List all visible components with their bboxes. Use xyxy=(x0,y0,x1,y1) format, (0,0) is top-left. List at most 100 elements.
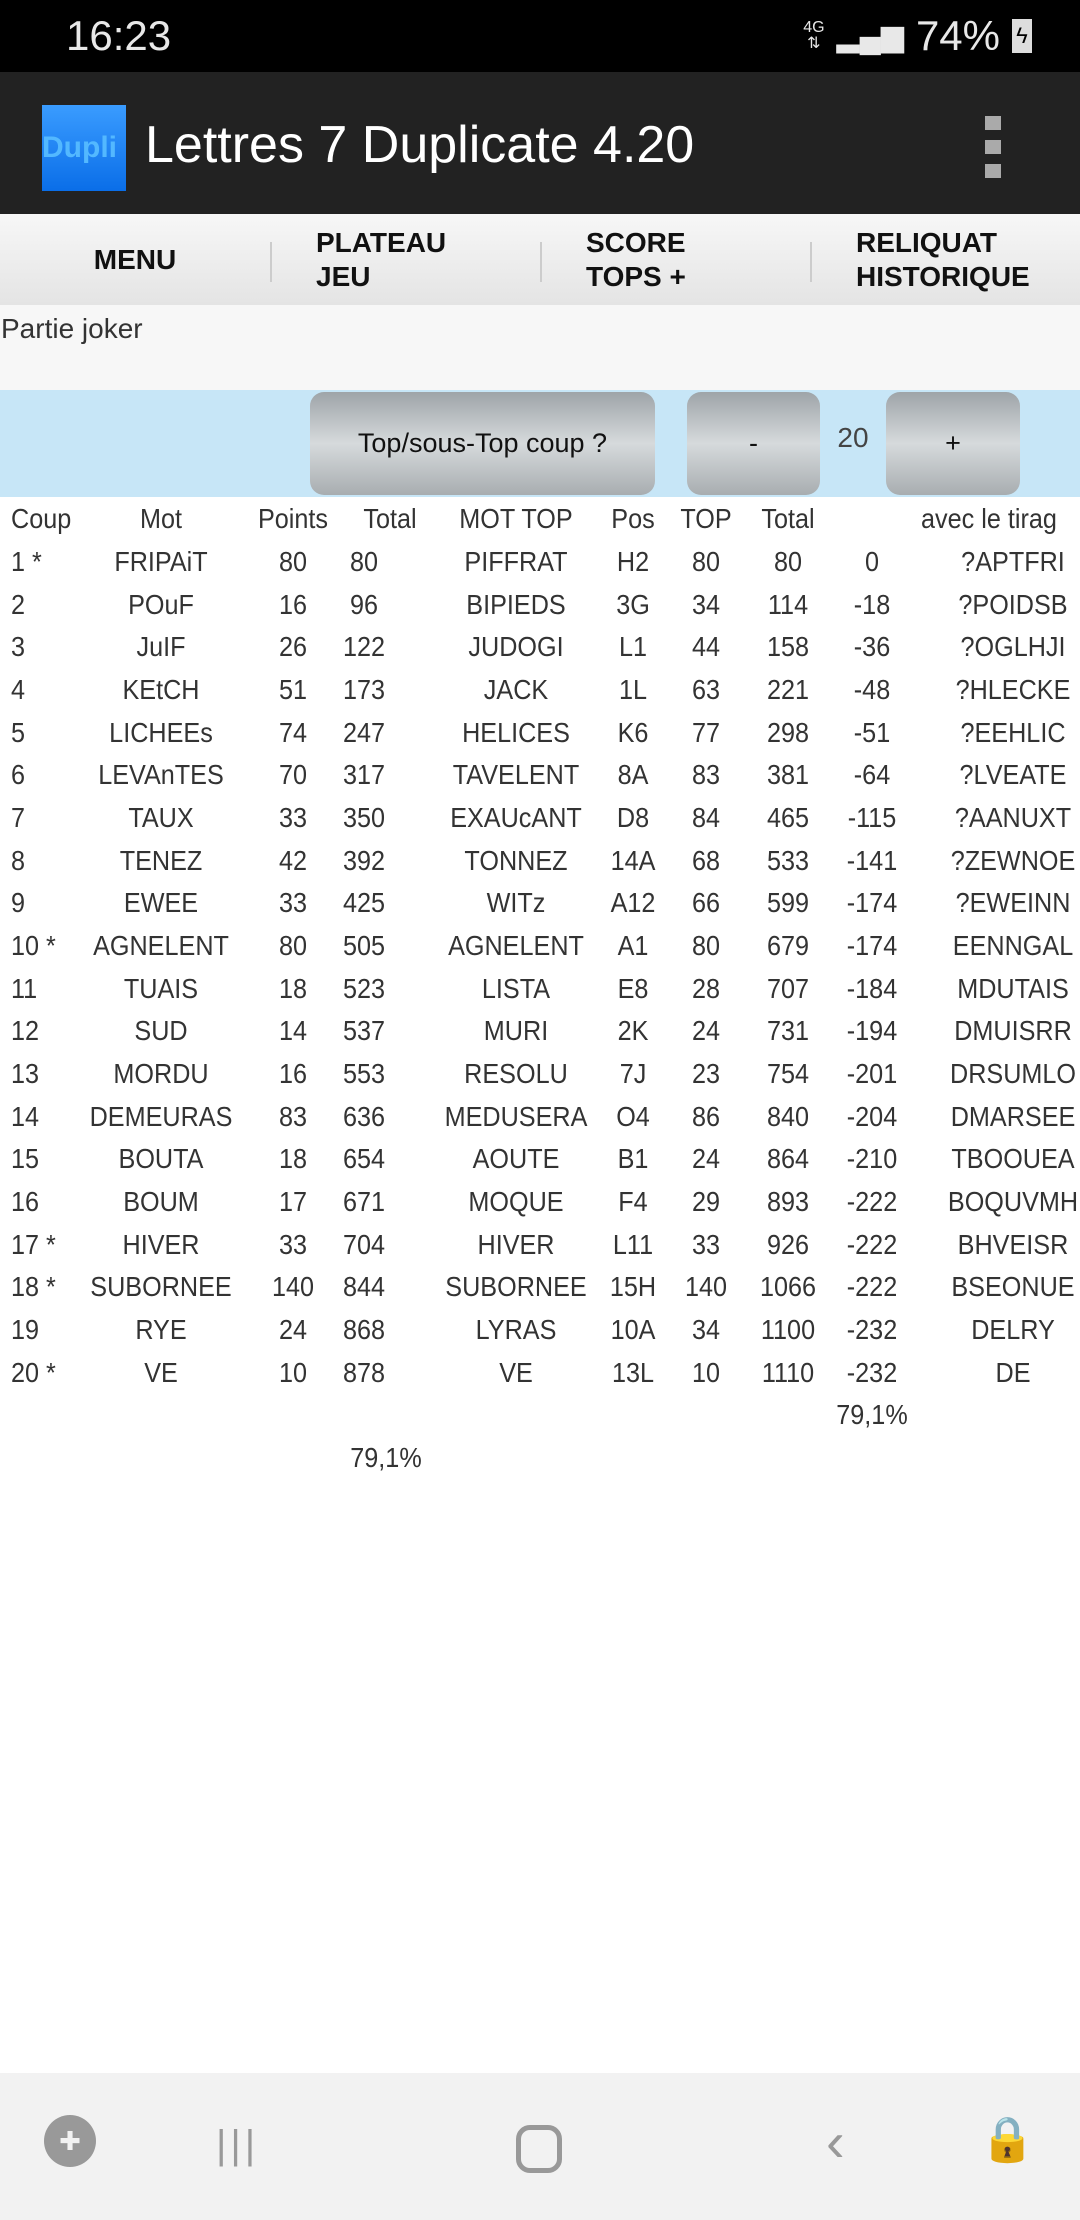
cell-total-top: 1066 xyxy=(759,1271,817,1303)
cell-diff: -210 xyxy=(846,1143,898,1175)
cell-total: 247 xyxy=(342,716,386,748)
app-bar: Dupli Lettres 7 Duplicate 4.20 xyxy=(0,72,1080,214)
move-count: 20 xyxy=(837,422,869,453)
network-label: 4G xyxy=(803,19,825,36)
cell-total-top: 926 xyxy=(766,1228,810,1260)
cell-tirage: EENNGAL xyxy=(952,929,1074,961)
cell-tirage: DRSUMLO xyxy=(949,1057,1077,1089)
cell-diff: -222 xyxy=(846,1271,898,1303)
cell-diff: -222 xyxy=(846,1185,898,1217)
increment-button[interactable]: + xyxy=(886,392,1020,495)
clock: 16:23 xyxy=(66,12,172,59)
cell-points: 51 xyxy=(278,673,308,705)
cell-total: 425 xyxy=(342,887,386,919)
cell-mot-top: PIFFRAT xyxy=(464,546,568,577)
cell-pos: E8 xyxy=(617,972,649,1004)
recent-apps-icon[interactable]: ||| xyxy=(216,2123,259,2168)
cell-mot: BOUM xyxy=(123,1185,199,1217)
cell-mot: FRIPAiT xyxy=(114,546,208,577)
cell-mot-top: HIVER xyxy=(477,1228,555,1260)
cell-total: 392 xyxy=(342,844,386,876)
status-bar: 16:23 4G ⇅ ▂▄▆ 74% ϟ xyxy=(0,0,1080,72)
cell-pos: H2 xyxy=(616,546,650,577)
cell-diff: -174 xyxy=(846,887,898,919)
cell-total-top: 80 xyxy=(773,546,803,577)
tab-menu[interactable]: MENU xyxy=(0,214,270,305)
cell-points: 18 xyxy=(278,972,308,1004)
score-table: Coup Mot Points Total MOT TOP Pos TOP Total avec… xyxy=(0,497,1080,1597)
header-mot-top: MOT TOP xyxy=(459,503,573,534)
cell-mot: VE xyxy=(144,1356,178,1388)
cell-total-top: 221 xyxy=(766,673,810,705)
cell-pos: L11 xyxy=(612,1228,654,1260)
cell-diff: -51 xyxy=(853,716,891,748)
tab-score-tops[interactable]: SCORE TOPS + xyxy=(540,214,810,305)
tab-label: SCORE xyxy=(586,226,686,258)
cell-points: 42 xyxy=(278,844,308,876)
cell-coup: 17 * xyxy=(11,1228,56,1260)
cell-tirage: DMUISRR xyxy=(954,1015,1072,1047)
tab-plateau-jeu[interactable]: PLATEAU JEU xyxy=(270,214,540,305)
cell-coup: 9 xyxy=(11,887,26,919)
tab-label: TOPS + xyxy=(586,260,686,292)
tab-label: HISTORIQUE xyxy=(856,260,1030,292)
cell-total-top: 754 xyxy=(766,1057,810,1089)
cell-mot-top: VE xyxy=(499,1356,533,1388)
cell-mot: LICHEEs xyxy=(109,716,213,748)
cell-mot: HIVER xyxy=(122,1228,200,1260)
cell-tirage: ?POIDSB xyxy=(958,588,1068,620)
cell-tirage: ?OGLHJI xyxy=(960,631,1066,663)
cell-coup: 3 xyxy=(11,631,26,663)
tab-reliquat-historique[interactable]: RELIQUAT HISTORIQUE xyxy=(810,214,1080,305)
cell-points: 33 xyxy=(278,887,308,919)
cell-diff: -204 xyxy=(846,1100,898,1132)
back-icon[interactable]: ‹ xyxy=(826,2109,845,2174)
touch-lock-icon[interactable]: 🔒 xyxy=(980,2113,1035,2165)
home-icon[interactable] xyxy=(516,2125,562,2173)
cell-pos: 14A xyxy=(610,844,656,876)
cell-points: 33 xyxy=(278,1228,308,1260)
cell-points: 16 xyxy=(278,588,308,620)
cell-points: 33 xyxy=(278,801,308,833)
cell-pos: O4 xyxy=(616,1100,650,1132)
cell-total-top: 864 xyxy=(766,1143,810,1175)
cell-total: 878 xyxy=(342,1356,386,1388)
cell-top: 10 xyxy=(691,1356,721,1388)
tab-label: JEU xyxy=(316,260,371,292)
cell-pos: K6 xyxy=(617,716,649,748)
cell-top: 84 xyxy=(691,801,721,833)
battery-charging-icon: ϟ xyxy=(1012,19,1032,53)
cell-mot-top: LYRAS xyxy=(475,1313,557,1345)
cell-mot: TENEZ xyxy=(119,844,203,876)
cell-points: 26 xyxy=(278,631,308,663)
cell-diff: -201 xyxy=(846,1057,898,1089)
top-sous-top-button[interactable]: Top/sous-Top coup ? xyxy=(310,392,655,495)
overflow-menu-icon[interactable] xyxy=(985,116,1003,178)
cell-tirage: ?LVEATE xyxy=(959,759,1067,791)
cell-points: 80 xyxy=(278,546,308,577)
cell-coup: 16 xyxy=(11,1185,40,1217)
cell-pos: L1 xyxy=(618,631,648,663)
cell-total-top: 1110 xyxy=(761,1356,815,1388)
cell-total: 317 xyxy=(342,759,386,791)
cell-total-top: 158 xyxy=(766,631,810,663)
cell-diff: -48 xyxy=(853,673,891,705)
game-launcher-icon[interactable]: ✚ xyxy=(44,2115,96,2167)
network-type: 4G ⇅ xyxy=(803,19,825,52)
cell-top: 34 xyxy=(691,588,721,620)
decrement-button[interactable]: - xyxy=(687,392,820,495)
cell-coup: 14 xyxy=(11,1100,40,1132)
cell-mot-top: JUDOGI xyxy=(468,631,564,663)
cell-tirage: TBOOUEA xyxy=(951,1143,1075,1175)
cell-tirage: MDUTAIS xyxy=(957,972,1069,1004)
cell-total-top: 893 xyxy=(766,1185,810,1217)
cell-mot: AGNELENT xyxy=(93,929,229,961)
cell-tirage: BSEONUE xyxy=(951,1271,1075,1303)
cell-mot-top: MEDUSERA xyxy=(444,1100,588,1132)
cell-total: 173 xyxy=(342,673,386,705)
cell-total: 122 xyxy=(342,631,386,663)
cell-pos: D8 xyxy=(616,801,650,833)
total-percentage: 79,1% xyxy=(350,1442,422,1473)
cell-coup: 12 xyxy=(11,1015,40,1047)
cell-total-top: 114 xyxy=(767,588,809,620)
